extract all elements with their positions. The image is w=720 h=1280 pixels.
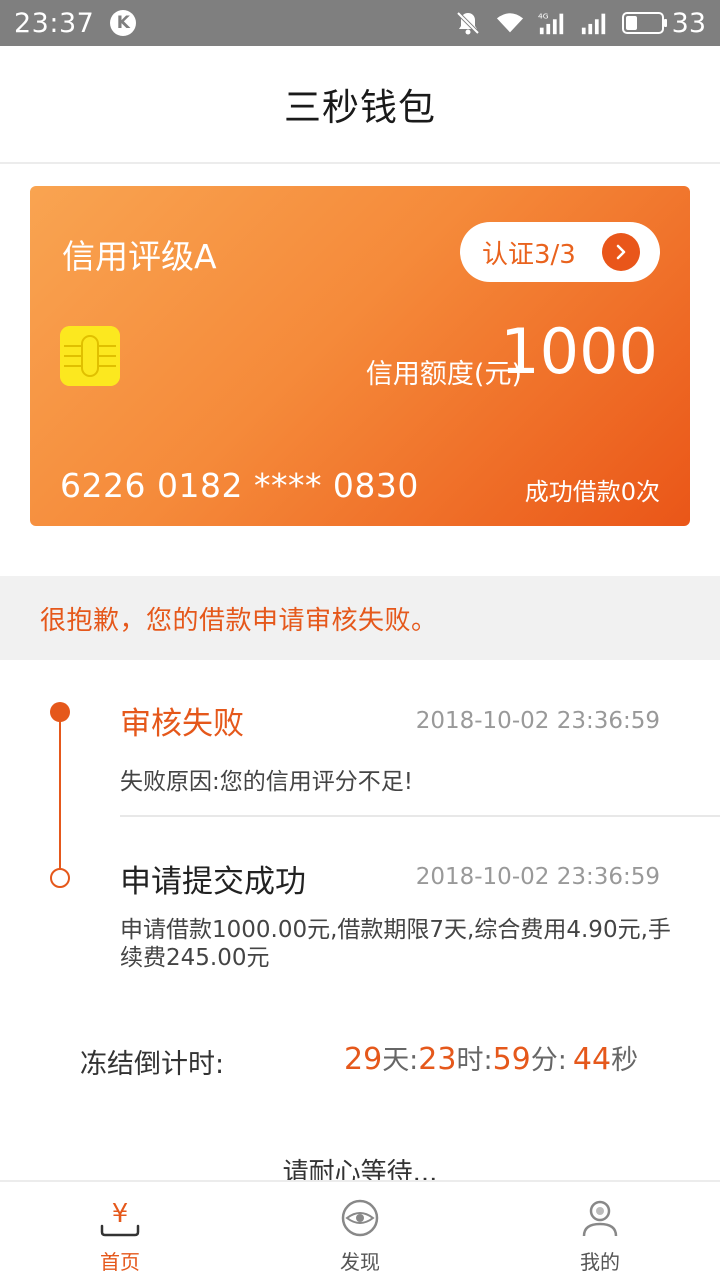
battery-icon xyxy=(621,12,667,34)
svg-text:4G: 4G xyxy=(538,11,549,20)
countdown-hours-unit: 时: xyxy=(456,1045,493,1076)
battery-indicator: 33 xyxy=(621,7,706,39)
status-bar: 23:37 K 4G 33 xyxy=(0,0,720,46)
countdown-values: 29 天: 23 时: 59 分: 44 秒 xyxy=(344,1038,638,1077)
timeline-line xyxy=(59,712,61,878)
status-time: 23:37 xyxy=(14,7,95,39)
countdown-seconds: 44 xyxy=(572,1042,612,1077)
countdown-minutes-unit: 分: xyxy=(530,1045,567,1076)
credit-limit-label: 信用额度(元) xyxy=(365,359,522,390)
divider xyxy=(120,815,720,817)
wifi-icon xyxy=(496,10,524,36)
timeline-item-time: 2018-10-02 23:36:59 xyxy=(415,708,660,734)
timeline-item-title: 审核失败 xyxy=(120,706,244,742)
freeze-countdown: 冻结倒计时: 29 天: 23 时: 59 分: 44 秒 xyxy=(0,1036,720,1086)
cellular-signal-icon xyxy=(580,10,608,36)
card-number: 6226 0182 **** 0830 xyxy=(60,466,419,505)
credit-card: 信用评级A 认证3/3 信用额度(元) 1000 6226 0182 **** … xyxy=(30,186,690,526)
cellular-4g-icon: 4G xyxy=(538,10,566,36)
timeline-dot-active xyxy=(50,702,70,722)
failure-notice-text: 很抱歉，您的借款申请审核失败。 xyxy=(40,605,438,636)
home-yen-icon: ¥ xyxy=(98,1196,142,1240)
timeline-item-title: 申请提交成功 xyxy=(120,864,306,900)
card-chip-icon xyxy=(60,326,120,386)
timeline-item-time: 2018-10-02 23:36:59 xyxy=(415,864,660,890)
status-icons: 4G 33 xyxy=(454,0,706,46)
countdown-hours: 23 xyxy=(418,1042,457,1077)
tab-label: 发现 xyxy=(340,1250,380,1274)
bottom-tab-bar: ¥ 首页 发现 我的 xyxy=(0,1180,720,1280)
timeline-item-desc: 申请借款1000.00元,借款期限7天,综合费用4.90元,手续费245.00元 xyxy=(120,917,671,971)
tab-label: 首页 xyxy=(100,1250,140,1274)
credit-limit-value: 1000 xyxy=(500,315,658,388)
borrow-count: 成功借款0次 xyxy=(524,478,660,506)
tab-label: 我的 xyxy=(580,1250,620,1274)
battery-level: 33 xyxy=(671,7,706,39)
timeline-dot-inactive xyxy=(50,868,70,888)
countdown-minutes: 59 xyxy=(492,1042,531,1077)
credit-rating: 信用评级A xyxy=(62,237,217,276)
certification-button[interactable]: 认证3/3 xyxy=(460,222,660,282)
tab-home[interactable]: ¥ 首页 xyxy=(0,1182,240,1280)
countdown-days-unit: 天: xyxy=(382,1045,419,1076)
k-app-icon: K xyxy=(110,10,137,36)
profile-user-icon xyxy=(578,1196,622,1240)
page-title: 三秒钱包 xyxy=(284,86,436,129)
failure-notice: 很抱歉，您的借款申请审核失败。 xyxy=(0,576,720,660)
countdown-label: 冻结倒计时: xyxy=(80,1049,225,1080)
tab-profile[interactable]: 我的 xyxy=(480,1182,720,1280)
tab-discover[interactable]: 发现 xyxy=(240,1182,480,1280)
certification-label: 认证3/3 xyxy=(482,239,576,270)
notifications-muted-icon xyxy=(454,10,482,36)
svg-text:¥: ¥ xyxy=(112,1199,129,1229)
waiting-message: 请耐心等待... xyxy=(282,1158,438,1182)
title-bar: 三秒钱包 xyxy=(0,46,720,164)
countdown-seconds-unit: 秒 xyxy=(611,1045,639,1076)
countdown-days: 29 xyxy=(344,1042,383,1077)
timeline-item-desc: 失败原因:您的信用评分不足! xyxy=(120,769,413,795)
discover-eye-icon xyxy=(338,1196,382,1240)
chevron-right-icon xyxy=(602,233,640,271)
